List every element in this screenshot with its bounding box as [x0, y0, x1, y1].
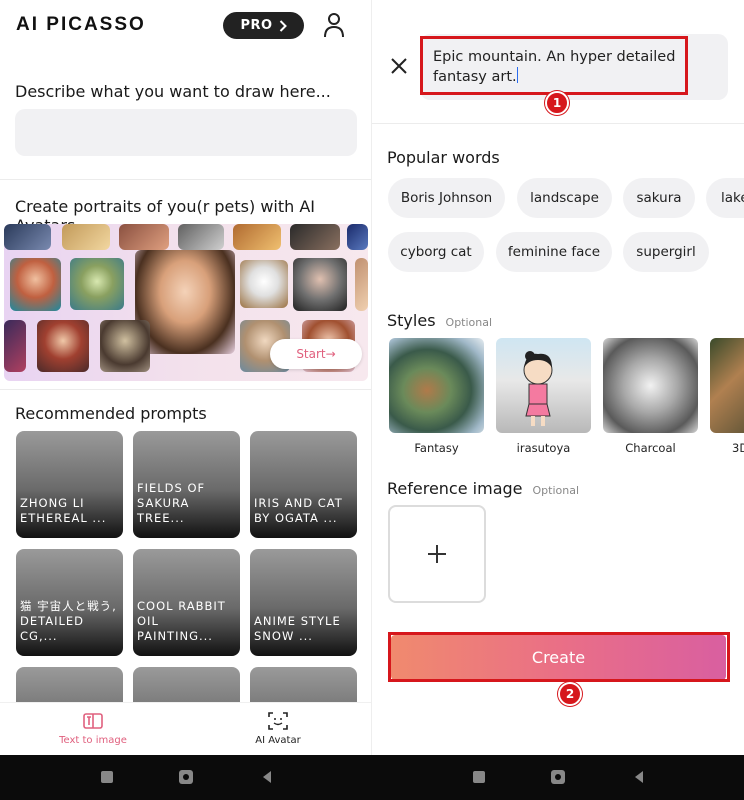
popular-word-chip[interactable]: supergirl	[623, 232, 709, 272]
avatar-thumbnail	[37, 320, 89, 372]
popular-word-chip[interactable]: lake	[706, 178, 744, 218]
recents-icon[interactable]	[471, 769, 487, 785]
styles-heading: Styles Optional	[387, 311, 492, 330]
popular-words-title: Popular words	[387, 148, 500, 167]
annotation-badge: 2	[558, 682, 582, 706]
optional-label: Optional	[532, 484, 580, 497]
describe-input[interactable]	[15, 109, 357, 156]
avatar-thumbnail	[347, 224, 368, 250]
avatar-thumbnail	[10, 258, 61, 311]
tab-label: AI Avatar	[255, 735, 301, 746]
recommended-title: Recommended prompts	[15, 404, 207, 423]
avatar-thumbnail	[70, 258, 124, 310]
avatar-thumbnail	[4, 320, 26, 372]
plus-icon	[428, 545, 446, 563]
prompt-line: ZHONG LI	[20, 496, 85, 510]
popular-word-chip[interactable]: sakura	[623, 178, 695, 218]
app-logo: AI PICASSO	[16, 14, 146, 35]
prompt-card[interactable]: ZHONG LI ETHEREAL ...	[16, 431, 123, 538]
tab-ai-avatar[interactable]: AI Avatar	[218, 711, 338, 746]
start-avatars-button[interactable]: Start→	[270, 339, 362, 369]
avatar-thumbnail	[178, 224, 224, 250]
avatar-thumbnail	[135, 250, 235, 354]
popular-word-chip[interactable]: landscape	[517, 178, 612, 218]
prompt-card[interactable]: 猫 宇宙人と戦う, DETAILED CG,...	[16, 549, 123, 656]
prompt-line: FIELDS OF	[137, 481, 206, 495]
popular-word-chip[interactable]: feminine face	[496, 232, 612, 272]
avatar-thumbnail	[62, 224, 110, 250]
reference-title: Reference image	[387, 479, 523, 498]
divider	[0, 389, 372, 390]
prompt-line: IRIS AND CAT	[254, 496, 343, 510]
prompt-card[interactable]: FIELDS OF SAKURA TREE...	[133, 431, 240, 538]
prompt-line: 猫 宇宙人と戦う,	[20, 599, 117, 613]
prompt-line: ANIME STYLE	[254, 614, 341, 628]
bottom-navigation: Text to image AI Avatar	[0, 702, 372, 755]
system-navigation-bar	[0, 755, 744, 800]
app-root: AI PICASSO PRO Describe what you want to…	[0, 0, 744, 800]
profile-icon[interactable]	[322, 12, 346, 38]
recents-icon[interactable]	[99, 769, 115, 785]
avatar-thumbnail	[100, 320, 150, 372]
avatar-thumbnail	[119, 224, 169, 250]
annotation-badge: 1	[545, 91, 569, 115]
style-label: Charcoal	[625, 441, 676, 455]
back-icon[interactable]	[631, 769, 647, 785]
style-option-3d[interactable]	[710, 338, 744, 433]
style-label: 3D	[732, 441, 744, 455]
tab-label: Text to image	[59, 735, 127, 746]
annotation-highlight	[388, 632, 730, 682]
describe-title: Describe what you want to draw here...	[15, 82, 331, 101]
add-reference-image-button[interactable]	[388, 505, 486, 603]
divider	[0, 179, 372, 180]
prompt-line: SNOW ...	[254, 629, 313, 643]
avatar-thumbnail	[290, 224, 340, 250]
prompt-card[interactable]: ANIME STYLE SNOW ...	[250, 549, 357, 656]
home-icon[interactable]	[178, 769, 194, 785]
style-option-fantasy[interactable]	[389, 338, 484, 433]
reference-heading: Reference image Optional	[387, 479, 579, 498]
prompt-line: COOL RABBIT	[137, 599, 226, 613]
prompt-line: BY OGATA ...	[254, 511, 338, 525]
prompt-card[interactable]: IRIS AND CAT BY OGATA ...	[250, 431, 357, 538]
face-scan-icon	[268, 712, 288, 730]
text-to-image-icon	[83, 713, 103, 729]
back-icon[interactable]	[259, 769, 275, 785]
pro-label: PRO	[240, 18, 273, 33]
styles-title: Styles	[387, 311, 436, 330]
optional-label: Optional	[445, 316, 493, 329]
home-icon[interactable]	[550, 769, 566, 785]
prompt-line: OIL PAINTING...	[137, 614, 213, 643]
prompt-line: ETHEREAL ...	[20, 511, 107, 525]
pro-button[interactable]: PRO	[223, 12, 304, 39]
avatar-thumbnail	[233, 224, 281, 250]
tab-text-to-image[interactable]: Text to image	[33, 711, 153, 746]
avatar-thumbnail	[355, 258, 368, 311]
irasutoya-girl-illustration	[523, 351, 553, 426]
text-to-image-screen: AI PICASSO PRO Describe what you want to…	[0, 0, 372, 755]
avatar-thumbnail	[4, 224, 51, 250]
prompt-line: SAKURA TREE...	[137, 496, 190, 525]
divider	[372, 123, 744, 124]
chevron-right-icon	[279, 19, 287, 32]
annotation-highlight	[420, 36, 688, 95]
avatar-thumbnail	[240, 260, 288, 308]
close-icon[interactable]	[389, 56, 409, 76]
avatar-thumbnail	[293, 258, 347, 311]
popular-word-chip[interactable]: cyborg cat	[388, 232, 484, 272]
style-label: Fantasy	[414, 441, 459, 455]
style-option-charcoal[interactable]	[603, 338, 698, 433]
style-label: irasutoya	[516, 441, 571, 455]
style-option-irasutoya[interactable]	[496, 338, 591, 433]
popular-word-chip[interactable]: Boris Johnson	[388, 178, 505, 218]
prompt-line: DETAILED CG,...	[20, 614, 85, 643]
prompt-card[interactable]: COOL RABBIT OIL PAINTING...	[133, 549, 240, 656]
